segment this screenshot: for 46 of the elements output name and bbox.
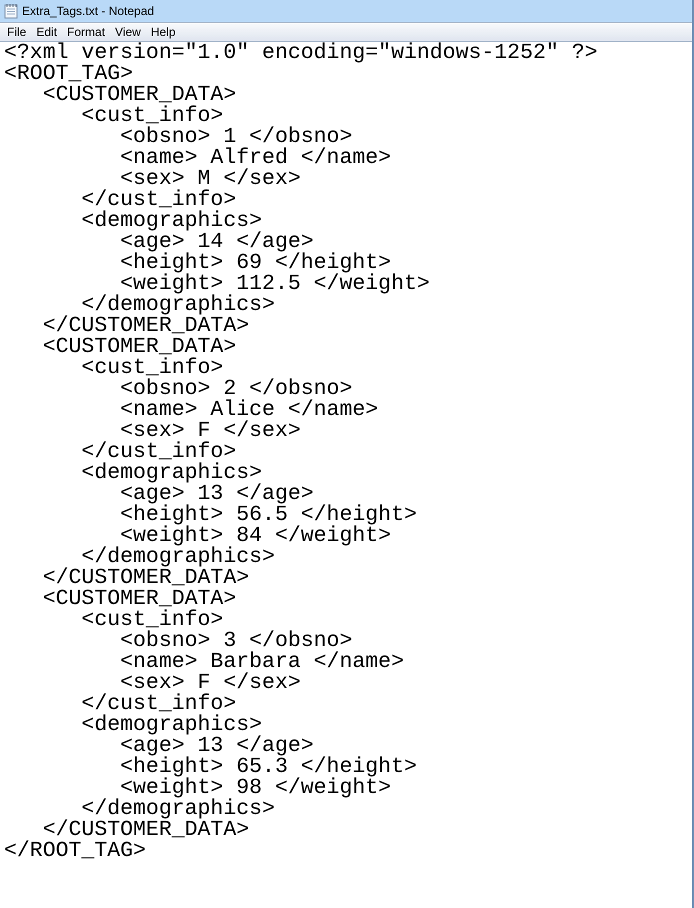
menu-item[interactable]: Help <box>146 23 181 41</box>
text-line: <cust_info> <box>80 106 224 127</box>
text-line: </demographics> <box>81 295 276 316</box>
window-title: Extra_Tags.txt - Notepad <box>22 3 154 20</box>
text-line: </demographics> <box>81 799 276 820</box>
text-line: </demographics> <box>81 547 276 568</box>
text-line: </cust_info> <box>80 694 236 715</box>
text-line: <height> 56.5 </height> <box>119 505 418 526</box>
text-line: </ROOT_TAG> <box>4 841 147 862</box>
text-line: <cust_info> <box>80 610 224 631</box>
text-line: </cust_info> <box>80 190 236 211</box>
menu-item[interactable]: Format <box>62 23 110 41</box>
menu-item[interactable]: File <box>2 23 32 41</box>
text-line: <height> 65.3 </height> <box>119 757 418 778</box>
text-line: <obsno> 3 </obsno> <box>119 631 352 652</box>
text-line: <age> 13 </age> <box>120 736 314 757</box>
text-line: <weight> 98 </weight> <box>120 778 392 799</box>
text-line: <?xml version="1.0" encoding="windows-1252" ?> <box>4 43 598 64</box>
text-line: <weight> 84 </weight> <box>120 526 392 547</box>
text-line: <name> Alfred </name> <box>119 148 392 169</box>
notepad-icon <box>4 3 18 19</box>
text-line: </cust_info> <box>80 442 236 463</box>
text-line: <name> Barbara </name> <box>119 652 405 673</box>
text-line: <age> 13 </age> <box>120 484 314 505</box>
text-line: <cust_info> <box>80 358 224 379</box>
text-line: <name> Alice </name> <box>119 400 380 421</box>
text-line: <sex> M </sex> <box>120 169 302 190</box>
text-line: <CUSTOMER_DATA> <box>42 589 238 610</box>
text-line: <CUSTOMER_DATA> <box>42 337 238 358</box>
text-line: </CUSTOMER_DATA> <box>42 316 250 337</box>
text-line: </CUSTOMER_DATA> <box>42 820 250 841</box>
text-line: <demographics> <box>80 715 262 736</box>
text-line: <height> 69 </height> <box>119 253 392 274</box>
menu-item[interactable]: View <box>110 23 146 41</box>
text-line: <sex> F </sex> <box>120 421 302 442</box>
text-line: <age> 14 </age> <box>120 232 314 253</box>
text-line: <demographics> <box>80 211 262 232</box>
text-line: <CUSTOMER_DATA> <box>42 85 238 106</box>
text-line: <sex> F </sex> <box>120 673 302 694</box>
text-line: <demographics> <box>80 463 262 484</box>
text-line: <obsno> 2 </obsno> <box>119 379 352 400</box>
text-line: <weight> 112.5 </weight> <box>120 274 431 295</box>
text-line: </CUSTOMER_DATA> <box>42 568 250 589</box>
text-line: <obsno> 1 </obsno> <box>119 127 352 148</box>
menu-item[interactable]: Edit <box>31 23 62 41</box>
text-line: <ROOT_TAG> <box>4 64 134 85</box>
